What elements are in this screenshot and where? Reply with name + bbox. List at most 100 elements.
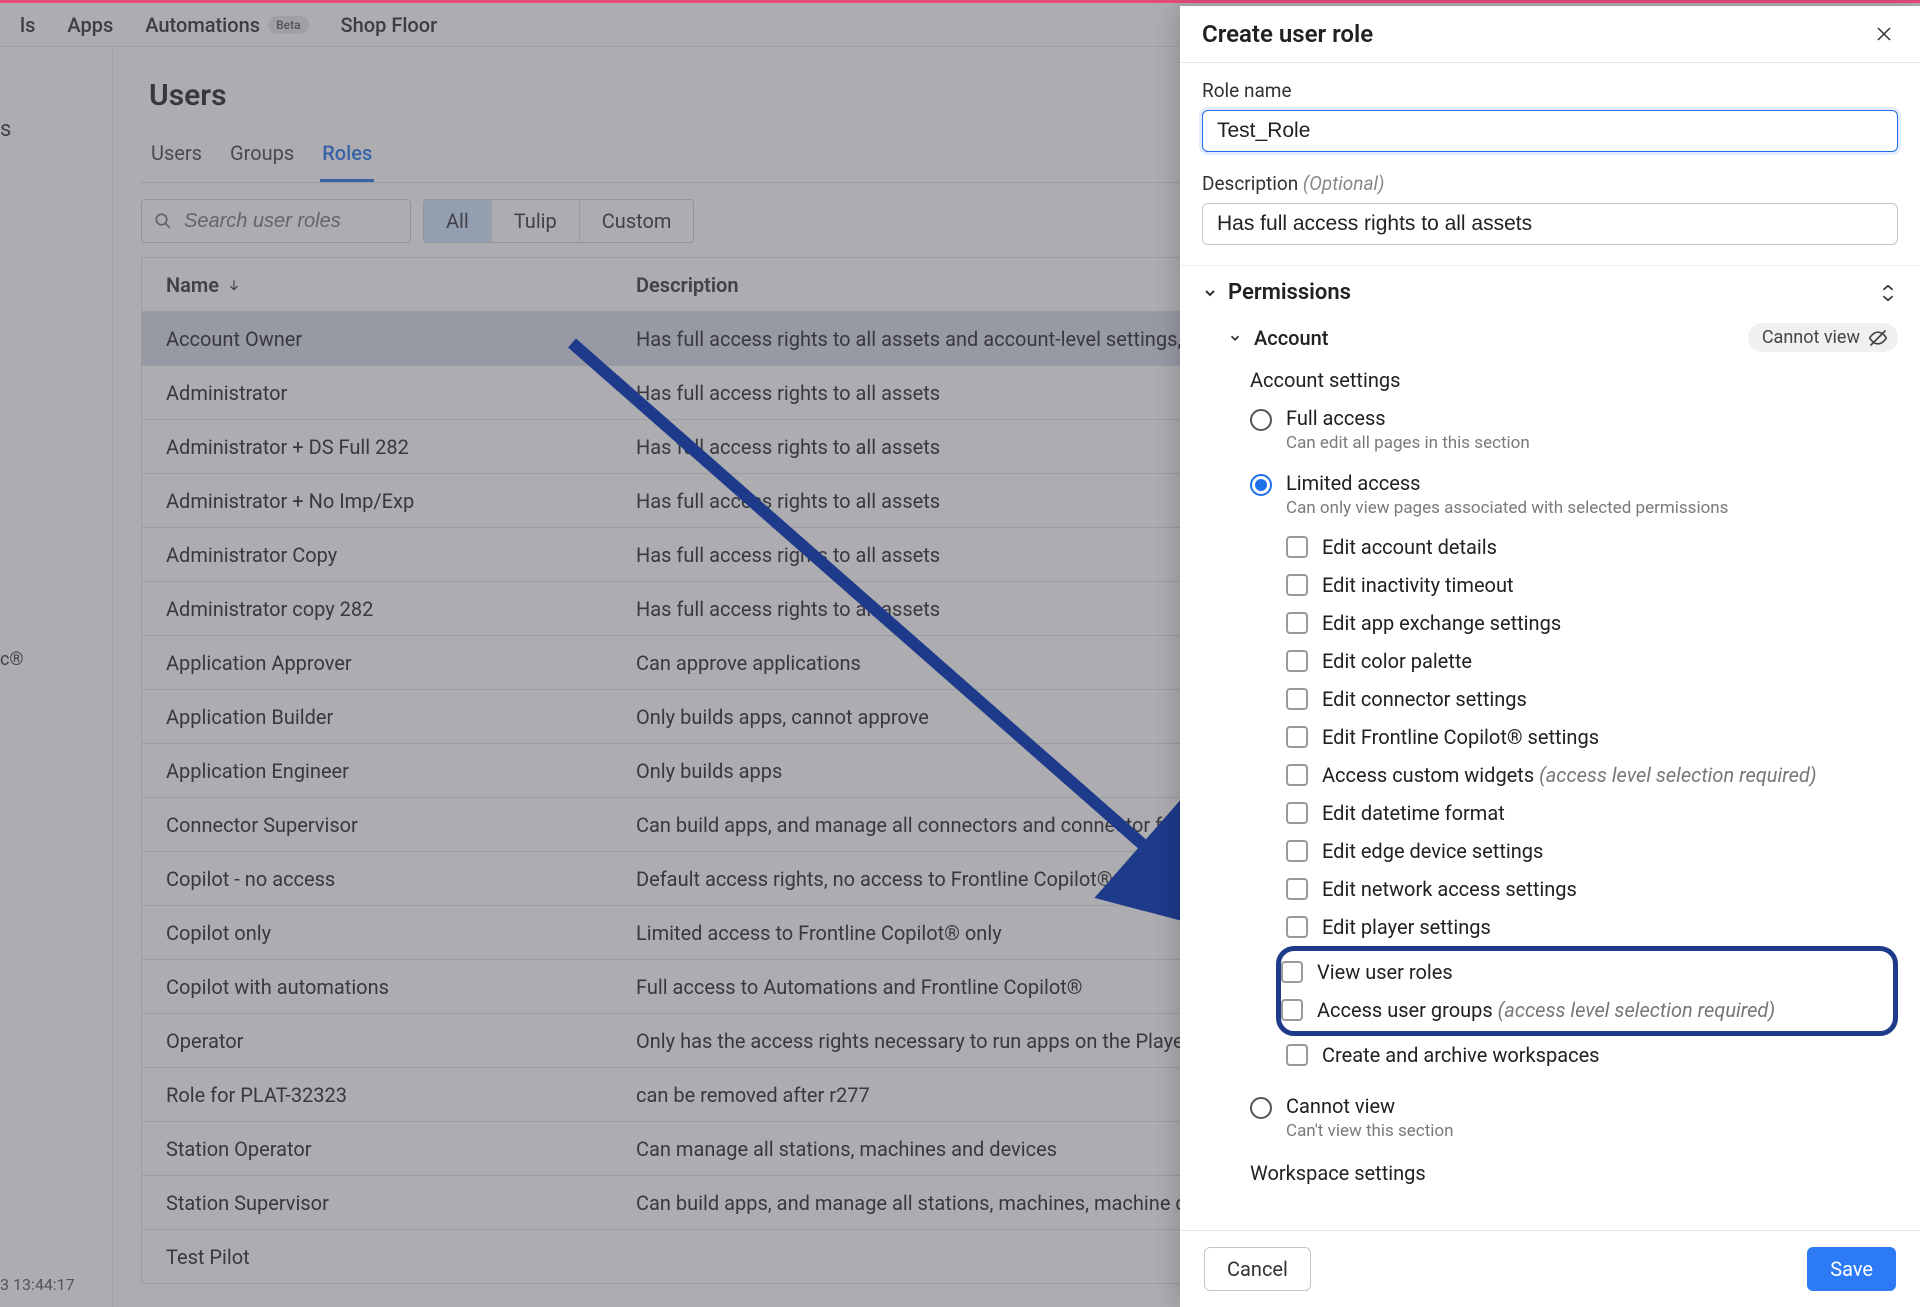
panel-title: Create user role xyxy=(1202,20,1373,48)
chevron-down-icon xyxy=(1228,331,1242,345)
subsection-workspace-settings: Workspace settings xyxy=(1202,1151,1898,1205)
subsection-account-settings: Account settings xyxy=(1202,358,1898,398)
gutter-timestamp: 3 13:44:17 xyxy=(0,1275,75,1294)
checkbox-access-user-groups[interactable]: Access user groups (access level selecti… xyxy=(1281,991,1883,1029)
nav-item-shopfloor[interactable]: Shop Floor xyxy=(341,13,438,37)
search-icon xyxy=(154,212,172,230)
cell-name: Application Builder xyxy=(166,705,636,729)
checkbox-edit-color-palette[interactable]: Edit color palette xyxy=(1286,642,1898,680)
description-label-text: Description xyxy=(1202,172,1298,195)
tab-roles[interactable]: Roles xyxy=(320,131,374,182)
checkbox-view-user-roles[interactable]: View user roles xyxy=(1281,953,1883,991)
checkbox-edit-connector-settings[interactable]: Edit connector settings xyxy=(1286,680,1898,718)
panel-body: Role name Description (Optional) Permiss… xyxy=(1180,63,1920,1230)
checkbox-input[interactable] xyxy=(1286,764,1308,786)
checkbox-edit-network-access-settings[interactable]: Edit network access settings xyxy=(1286,870,1898,908)
checkbox-input[interactable] xyxy=(1286,574,1308,596)
radio-label: Full access xyxy=(1286,406,1386,430)
radio-limited-access[interactable]: Limited access xyxy=(1202,463,1898,496)
cell-name: Test Pilot xyxy=(166,1245,636,1269)
cell-name: Copilot - no access xyxy=(166,867,636,891)
checkbox-input[interactable] xyxy=(1286,916,1308,938)
gutter-frag-2: c® xyxy=(0,649,24,670)
description-input[interactable] xyxy=(1202,203,1898,245)
save-button[interactable]: Save xyxy=(1807,1247,1896,1291)
search-input[interactable] xyxy=(182,209,398,234)
checkbox-label: Edit edge device settings xyxy=(1322,839,1543,863)
chevron-down-icon xyxy=(1202,285,1218,301)
checkbox-input[interactable] xyxy=(1286,612,1308,634)
chevron-down-icon xyxy=(1881,294,1895,302)
cell-name: Application Approver xyxy=(166,651,636,675)
radio-input[interactable] xyxy=(1250,409,1272,431)
role-name-input[interactable] xyxy=(1202,110,1898,152)
cancel-button[interactable]: Cancel xyxy=(1204,1247,1311,1291)
checkbox-create-and-archive-workspaces[interactable]: Create and archive workspaces xyxy=(1286,1036,1898,1074)
radio-description: Can edit all pages in this section xyxy=(1202,431,1898,463)
checkbox-label: View user roles xyxy=(1317,960,1453,984)
nav-item-label: Automations xyxy=(145,13,260,37)
checkbox-label: Edit datetime format xyxy=(1322,801,1505,825)
checkbox-input[interactable] xyxy=(1286,726,1308,748)
description-optional: (Optional) xyxy=(1303,172,1384,195)
collapse-all-button[interactable] xyxy=(1878,284,1898,302)
checkbox-label: Edit account details xyxy=(1322,535,1497,559)
checkbox-input[interactable] xyxy=(1286,802,1308,824)
create-role-panel: Create user role Role name Description (… xyxy=(1180,6,1920,1307)
radio-input[interactable] xyxy=(1250,1097,1272,1119)
access-chip-label: Cannot view xyxy=(1762,327,1860,348)
cell-name: Administrator Copy xyxy=(166,543,636,567)
checkbox-label: Edit network access settings xyxy=(1322,877,1577,901)
checkbox-input[interactable] xyxy=(1286,840,1308,862)
checkbox-input[interactable] xyxy=(1286,1044,1308,1066)
cell-name: Station Operator xyxy=(166,1137,636,1161)
checkbox-edit-datetime-format[interactable]: Edit datetime format xyxy=(1286,794,1898,832)
nav-item-automations[interactable]: Automations Beta xyxy=(145,13,308,37)
checkbox-input[interactable] xyxy=(1286,536,1308,558)
radio-description: Can only view pages associated with sele… xyxy=(1202,496,1898,528)
cell-name: Administrator xyxy=(166,381,636,405)
close-icon xyxy=(1875,25,1893,43)
checkbox-input[interactable] xyxy=(1286,650,1308,672)
nav-item-apps[interactable]: Apps xyxy=(67,13,113,37)
checkbox-edit-edge-device-settings[interactable]: Edit edge device settings xyxy=(1286,832,1898,870)
radio-cannot-view[interactable]: Cannot view xyxy=(1202,1086,1898,1119)
checkbox-edit-player-settings[interactable]: Edit player settings xyxy=(1286,908,1898,946)
cell-name: Operator xyxy=(166,1029,636,1053)
cell-name: Role for PLAT-32323 xyxy=(166,1083,636,1107)
checkbox-label: Access user groups (access level selecti… xyxy=(1317,998,1775,1022)
beta-badge: Beta xyxy=(268,16,308,34)
filter-group: AllTulipCustom xyxy=(423,199,694,243)
tab-groups[interactable]: Groups xyxy=(228,131,296,182)
permission-checkboxes: Edit account details Edit inactivity tim… xyxy=(1202,528,1898,1074)
checkbox-input[interactable] xyxy=(1281,999,1303,1021)
radio-input[interactable] xyxy=(1250,474,1272,496)
nav-item-ls[interactable]: ls xyxy=(20,13,35,37)
filter-tulip[interactable]: Tulip xyxy=(491,200,579,242)
section-account[interactable]: Account Cannot view xyxy=(1202,313,1898,358)
cell-name: Administrator + DS Full 282 xyxy=(166,435,636,459)
filter-all[interactable]: All xyxy=(424,200,491,242)
cell-name: Account Owner xyxy=(166,327,636,351)
filter-custom[interactable]: Custom xyxy=(579,200,694,242)
search-input-wrapper[interactable] xyxy=(141,199,411,243)
access-chip[interactable]: Cannot view xyxy=(1748,323,1898,352)
checkbox-input[interactable] xyxy=(1281,961,1303,983)
permissions-header[interactable]: Permissions xyxy=(1180,265,1920,313)
tab-users[interactable]: Users xyxy=(149,131,204,182)
checkbox-edit-inactivity-timeout[interactable]: Edit inactivity timeout xyxy=(1286,566,1898,604)
checkbox-access-custom-widgets[interactable]: Access custom widgets (access level sele… xyxy=(1286,756,1898,794)
close-button[interactable] xyxy=(1870,20,1898,48)
checkbox-edit-app-exchange-settings[interactable]: Edit app exchange settings xyxy=(1286,604,1898,642)
checkbox-input[interactable] xyxy=(1286,878,1308,900)
checkbox-label: Edit connector settings xyxy=(1322,687,1527,711)
cell-name: Administrator + No Imp/Exp xyxy=(166,489,636,513)
radio-label: Limited access xyxy=(1286,471,1421,495)
radio-full-access[interactable]: Full access xyxy=(1202,398,1898,431)
cell-name: Station Supervisor xyxy=(166,1191,636,1215)
checkbox-edit-account-details[interactable]: Edit account details xyxy=(1286,528,1898,566)
checkbox-edit-frontline-copilot-settings[interactable]: Edit Frontline Copilot® settings xyxy=(1286,718,1898,756)
checkbox-input[interactable] xyxy=(1286,688,1308,710)
col-name[interactable]: Name xyxy=(166,273,636,297)
checkbox-label: Edit inactivity timeout xyxy=(1322,573,1514,597)
